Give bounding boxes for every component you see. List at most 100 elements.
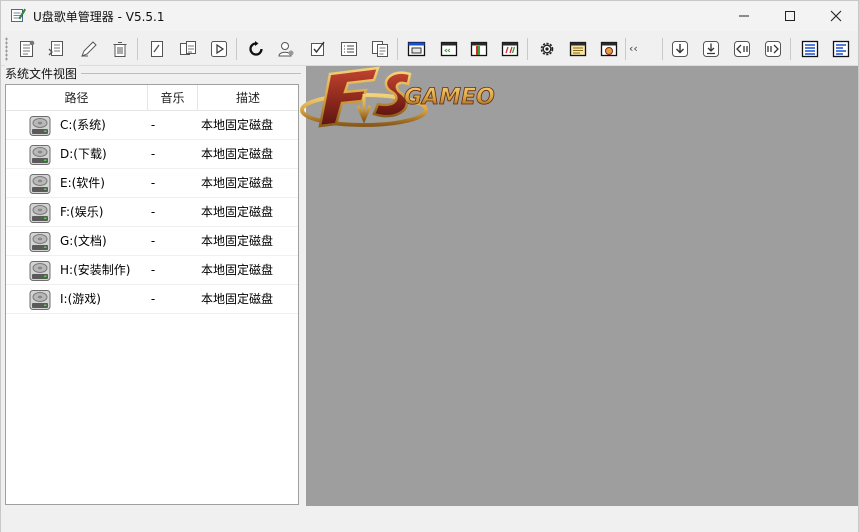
drive-path: F:(娱乐) bbox=[60, 205, 104, 219]
toolbar-separator bbox=[662, 38, 663, 60]
hard-drive-icon bbox=[29, 261, 51, 281]
edit-button[interactable] bbox=[77, 37, 101, 61]
drive-music: - bbox=[150, 292, 156, 306]
edit-doc-button[interactable] bbox=[145, 37, 169, 61]
drive-desc: 本地固定磁盘 bbox=[201, 118, 274, 132]
drive-desc: 本地固定磁盘 bbox=[201, 147, 274, 161]
drive-music: - bbox=[150, 205, 156, 219]
hard-drive-icon bbox=[29, 116, 51, 136]
logo-text: GAMEO bbox=[404, 85, 495, 110]
move-down-button[interactable] bbox=[668, 37, 692, 61]
drive-music: - bbox=[150, 234, 156, 248]
close-button[interactable] bbox=[813, 1, 859, 31]
panel-title: 系统文件视图 bbox=[5, 65, 80, 82]
column-header-path[interactable]: 路径 bbox=[6, 85, 148, 111]
list-view-button[interactable] bbox=[798, 37, 822, 61]
right-arrow-icon bbox=[765, 41, 781, 57]
column-header-desc[interactable]: 描述 bbox=[198, 85, 298, 111]
gear-icon bbox=[540, 42, 554, 56]
hard-drive-icon bbox=[29, 203, 51, 223]
column-header-music[interactable]: 音乐 bbox=[148, 85, 198, 111]
open-list-button[interactable] bbox=[45, 37, 69, 61]
edit-doc-icon bbox=[151, 41, 163, 57]
download-icon bbox=[703, 41, 719, 57]
list-item[interactable]: E:(软件) - 本地固定磁盘 bbox=[6, 169, 298, 198]
panel-title-rule bbox=[81, 73, 301, 74]
align-blue-icon bbox=[832, 40, 850, 58]
file-list[interactable]: 路径 音乐 描述 C:(系统) - 本地固定磁盘 D:(下载) - 本地固定磁盘… bbox=[5, 84, 299, 505]
delete-button[interactable] bbox=[108, 37, 132, 61]
user-button[interactable] bbox=[274, 37, 298, 61]
play-icon bbox=[211, 41, 227, 57]
hard-drive-icon bbox=[29, 145, 51, 165]
drive-desc: 本地固定磁盘 bbox=[201, 205, 274, 219]
hard-drive-icon bbox=[29, 290, 51, 310]
app-window: U盘歌单管理器 - V5.5.1 ‹‹ 系统文件视图 路径 音乐 描述 C:(系… bbox=[0, 0, 859, 532]
detail-view-button[interactable] bbox=[829, 37, 853, 61]
drive-music: - bbox=[150, 118, 156, 132]
toolbar-separator bbox=[137, 38, 138, 60]
new-list-button[interactable] bbox=[15, 37, 39, 61]
minimize-button[interactable] bbox=[721, 1, 767, 31]
toolbar-separator bbox=[527, 38, 528, 60]
status-bar bbox=[1, 506, 858, 532]
drive-desc: 本地固定磁盘 bbox=[201, 234, 274, 248]
drive-path: C:(系统) bbox=[60, 118, 106, 132]
brand-logo: GAMEO bbox=[300, 66, 495, 128]
drive-path: I:(游戏) bbox=[60, 292, 101, 306]
download-button[interactable] bbox=[699, 37, 723, 61]
maximize-button[interactable] bbox=[767, 1, 813, 31]
toolbar-separator bbox=[625, 38, 626, 60]
drive-music: - bbox=[150, 263, 156, 277]
list-header: 路径 音乐 描述 bbox=[6, 85, 298, 111]
logo-icon bbox=[600, 41, 618, 57]
list-item[interactable]: F:(娱乐) - 本地固定磁盘 bbox=[6, 198, 298, 227]
refresh-button[interactable] bbox=[244, 37, 268, 61]
move-right-button[interactable] bbox=[761, 37, 785, 61]
drive-path: E:(软件) bbox=[60, 176, 105, 190]
new-list-icon bbox=[20, 40, 35, 57]
down-arrow-icon bbox=[672, 41, 688, 57]
note-button[interactable] bbox=[566, 37, 590, 61]
drive-music: - bbox=[150, 176, 156, 190]
hard-drive-icon bbox=[29, 174, 51, 194]
move-left-button[interactable] bbox=[730, 37, 754, 61]
hard-drive-icon bbox=[29, 232, 51, 252]
edit-icon bbox=[81, 41, 97, 57]
close-icon bbox=[830, 10, 842, 22]
list-item[interactable]: D:(下载) - 本地固定磁盘 bbox=[6, 140, 298, 169]
title-bar[interactable]: U盘歌单管理器 - V5.5.1 bbox=[1, 1, 858, 31]
window-title: U盘歌单管理器 - V5.5.1 bbox=[33, 10, 165, 24]
settings-button[interactable] bbox=[535, 37, 559, 61]
refresh-icon bbox=[249, 41, 263, 56]
toolbar-grip[interactable] bbox=[5, 37, 8, 61]
copy-doc-button[interactable] bbox=[176, 37, 200, 61]
toolbar-overflow-button[interactable]: ‹‹ bbox=[629, 42, 638, 55]
minimize-icon bbox=[739, 15, 749, 17]
copy-doc-icon bbox=[180, 41, 196, 55]
list-item[interactable]: G:(文档) - 本地固定磁盘 bbox=[6, 227, 298, 256]
delete-icon bbox=[113, 42, 127, 57]
drive-path: G:(文档) bbox=[60, 234, 107, 248]
list-item[interactable]: C:(系统) - 本地固定磁盘 bbox=[6, 111, 298, 140]
user-icon bbox=[278, 42, 294, 57]
drive-desc: 本地固定磁盘 bbox=[201, 176, 274, 190]
toolbar-separator bbox=[790, 38, 791, 60]
app-icon bbox=[11, 8, 26, 22]
maximize-icon bbox=[785, 11, 795, 21]
note-icon bbox=[569, 41, 587, 57]
list-item[interactable]: H:(安装制作) - 本地固定磁盘 bbox=[6, 256, 298, 285]
drive-desc: 本地固定磁盘 bbox=[201, 263, 274, 277]
content-area[interactable]: GAMEO bbox=[300, 66, 858, 506]
left-arrow-icon bbox=[734, 41, 750, 57]
toolbar-separator bbox=[236, 38, 237, 60]
drive-path: H:(安装制作) bbox=[60, 263, 131, 277]
drive-desc: 本地固定磁盘 bbox=[201, 292, 274, 306]
list-blue-icon bbox=[801, 40, 819, 58]
play-button[interactable] bbox=[207, 37, 231, 61]
open-list-icon bbox=[48, 41, 63, 56]
logo-button[interactable] bbox=[597, 37, 621, 61]
drive-music: - bbox=[150, 147, 156, 161]
list-item[interactable]: I:(游戏) - 本地固定磁盘 bbox=[6, 285, 298, 314]
drive-path: D:(下载) bbox=[60, 147, 107, 161]
